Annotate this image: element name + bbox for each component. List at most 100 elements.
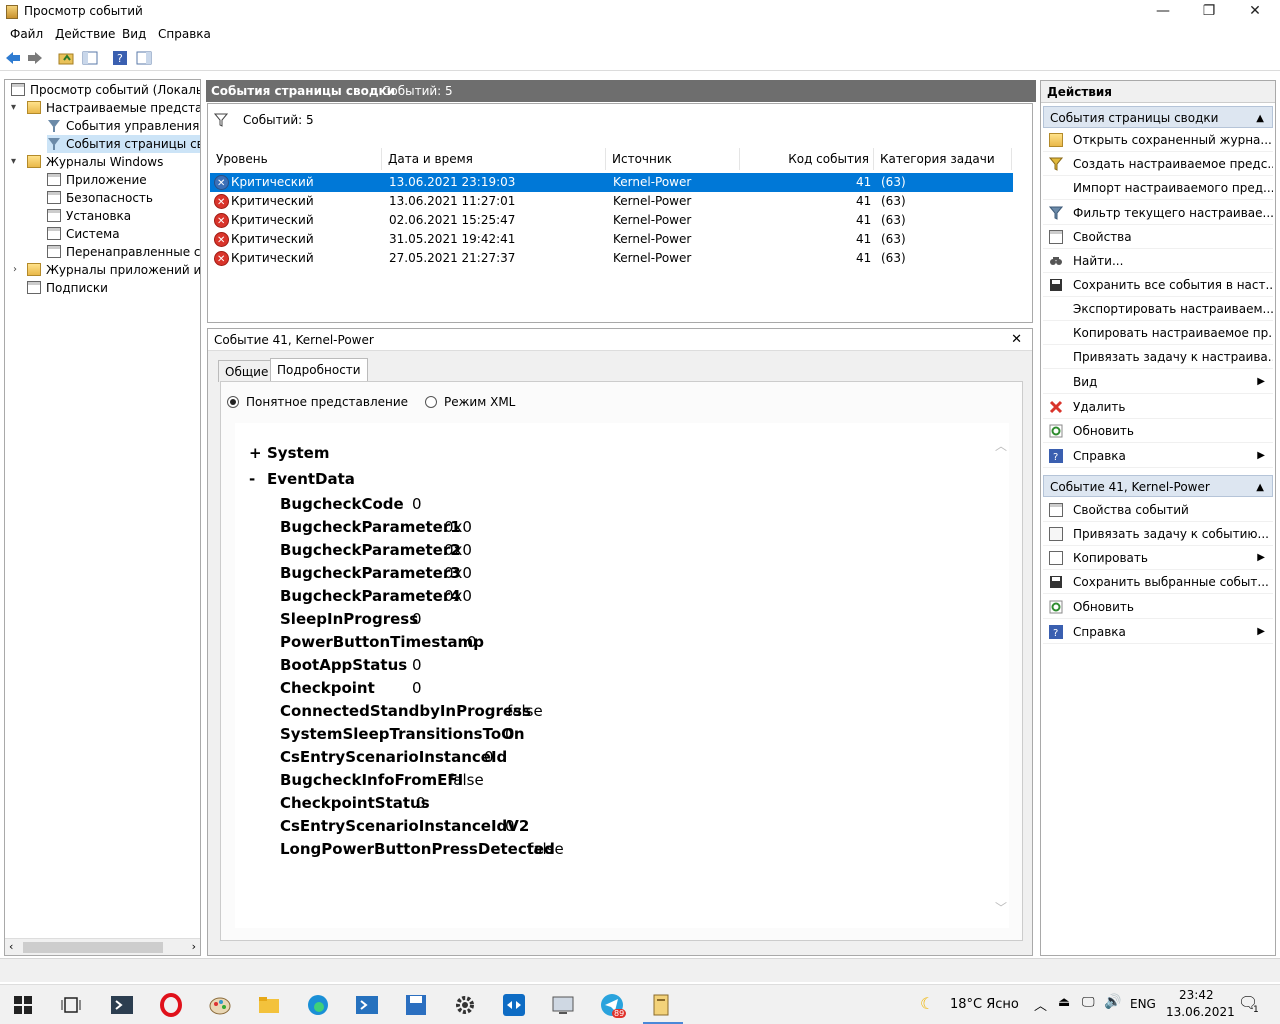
radio-friendly-view[interactable] [227,396,239,408]
show-hide-tree-icon[interactable] [82,50,98,66]
action-save-all-events[interactable]: Сохранить все события в наст... [1043,273,1273,297]
powershell-ise-icon[interactable] [110,993,134,1017]
tree-item-application[interactable]: Приложение [47,171,147,189]
teamviewer-icon[interactable] [502,993,526,1017]
scroll-left-icon[interactable]: ‹ [9,940,13,953]
task-view-icon[interactable] [61,995,81,1015]
tree-item-app-logs[interactable]: Журналы приложений и сл [27,261,200,279]
column-task-category[interactable]: Категория задачи [874,148,1012,170]
action-properties[interactable]: Свойства [1043,225,1273,249]
action-event-properties[interactable]: Свойства событий [1043,498,1273,522]
menu-help[interactable]: Справка [158,27,211,41]
scroll-right-icon[interactable]: › [192,940,196,953]
table-row[interactable]: Критический 13.06.2021 11:27:01 Kernel-P… [210,192,1013,212]
volume-icon[interactable]: 🔊 [1104,994,1121,1010]
settings-gear-icon[interactable] [453,993,477,1017]
windows-start-icon[interactable] [13,995,33,1015]
action-help-event[interactable]: ? Справка ▶ [1043,620,1273,644]
center-event-count: Событий: 5 [382,84,453,98]
menu-file[interactable]: Файл [10,27,43,41]
action-create-custom-view[interactable]: Создать настраиваемое предс... [1043,152,1273,176]
show-hide-action-pane-icon[interactable] [136,50,152,66]
save-app-icon[interactable] [404,993,428,1017]
chevron-right-icon[interactable]: › [13,264,17,275]
tab-general[interactable]: Общие [218,360,276,382]
table-row[interactable]: Критический 02.06.2021 15:25:47 Kernel-P… [210,211,1013,231]
close-detail-icon[interactable]: ✕ [1011,332,1022,347]
opera-browser-icon[interactable] [159,993,183,1017]
tree-item-system[interactable]: Система [47,225,120,243]
collapse-triangle-icon[interactable]: ▲ [1256,108,1264,130]
scroll-thumb[interactable] [23,942,163,953]
menu-action[interactable]: Действие [55,27,115,41]
network-icon[interactable]: 🖵 [1082,995,1095,1010]
table-row[interactable]: Критический 27.05.2021 21:27:37 Kernel-P… [210,249,1013,269]
collapse-eventdata-toggle[interactable]: - [249,470,255,488]
menu-view[interactable]: Вид [122,27,146,41]
up-folder-icon[interactable] [58,50,74,66]
file-explorer-icon[interactable] [257,993,281,1017]
radio-xml-view[interactable] [425,396,437,408]
clock-time[interactable]: 23:42 [1179,988,1214,1002]
tree-item-root[interactable]: Просмотр событий (Локальны [11,81,200,99]
scroll-up-icon[interactable]: ︿ [995,437,1007,454]
expand-system-toggle[interactable]: + [249,444,262,462]
chevron-up-icon[interactable]: ︿ [1034,995,1047,1014]
action-export-custom-view[interactable]: Экспортировать настраиваем... [1043,297,1273,321]
column-level[interactable]: Уровень [210,148,382,170]
action-find[interactable]: Найти... [1043,249,1273,273]
table-row[interactable]: Критический 31.05.2021 19:42:41 Kernel-P… [210,230,1013,250]
scroll-down-icon[interactable]: ﹀ [995,899,1007,916]
chevron-down-icon[interactable]: ▾ [11,156,16,167]
tree-item-summary-events[interactable]: События страницы свод [47,135,200,153]
action-open-saved-log[interactable]: Открыть сохраненный журна... [1043,128,1273,152]
language-indicator[interactable]: ENG [1130,997,1156,1011]
remote-desktop-icon[interactable] [551,993,575,1017]
telegram-unread-badge: 89 [612,1009,627,1018]
chevron-down-icon[interactable]: ▾ [11,102,16,113]
weather-moon-icon[interactable]: ☾ [920,994,934,1013]
forward-arrow-icon[interactable] [27,50,43,66]
tree-item-windows-logs[interactable]: Журналы Windows [27,153,163,171]
minimize-button[interactable]: — [1140,0,1186,24]
back-arrow-icon[interactable] [5,50,21,66]
table-row[interactable]: Критический 13.06.2021 23:19:03 Kernel-P… [210,173,1013,193]
actions-section-event[interactable]: Событие 41, Kernel-Power ▲ [1043,475,1273,497]
action-delete[interactable]: Удалить [1043,395,1273,419]
action-import-custom-view[interactable]: Импорт настраиваемого пред... [1043,176,1273,200]
action-save-selected-events[interactable]: Сохранить выбранные событ... [1043,570,1273,594]
action-copy[interactable]: Копировать ▶ [1043,546,1273,570]
tree-item-subscriptions[interactable]: Подписки [27,279,108,297]
action-filter-current-view[interactable]: Фильтр текущего настраивае... [1043,201,1273,225]
collapse-triangle-icon[interactable]: ▲ [1256,477,1264,499]
tree-item-admin-events[interactable]: События управления [47,117,199,135]
column-datetime[interactable]: Дата и время [382,148,606,170]
tree-item-security[interactable]: Безопасность [47,189,153,207]
action-attach-task-to-view[interactable]: Привязать задачу к настраива... [1043,345,1273,369]
action-refresh-event[interactable]: Обновить [1043,595,1273,619]
weather-text[interactable]: 18°C Ясно [950,997,1019,1012]
column-event-id[interactable]: Код события [740,148,874,170]
action-help[interactable]: ? Справка ▶ [1043,444,1273,468]
clock-date[interactable]: 13.06.2021 [1166,1005,1235,1019]
tree-item-setup[interactable]: Установка [47,207,131,225]
tree-horizontal-scrollbar[interactable]: ‹ › [5,938,200,955]
usb-icon[interactable]: ⏏ [1058,995,1070,1010]
powershell-icon[interactable] [355,993,379,1017]
tree-item-forwarded[interactable]: Перенаправленные соб [47,243,200,261]
event-viewer-taskbar-icon[interactable] [649,993,673,1017]
close-button[interactable]: ✕ [1232,0,1278,24]
tab-details[interactable]: Подробности [270,358,368,382]
actions-section-summary[interactable]: События страницы сводки ▲ [1043,106,1273,128]
column-source[interactable]: Источник [606,148,740,170]
paint-app-icon[interactable] [208,993,232,1017]
action-view-submenu[interactable]: Вид ▶ [1043,370,1273,394]
action-attach-task-to-event[interactable]: Привязать задачу к событию... [1043,522,1273,546]
tree-item-custom-views[interactable]: Настраиваемые представле [27,99,200,117]
help-icon[interactable]: ? [112,50,128,66]
action-copy-custom-view[interactable]: Копировать настраиваемое пр... [1043,321,1273,345]
action-refresh[interactable]: Обновить [1043,419,1273,443]
svg-text:?: ? [1053,452,1058,463]
maximize-button[interactable]: ❐ [1186,0,1232,24]
edge-browser-icon[interactable] [306,993,330,1017]
